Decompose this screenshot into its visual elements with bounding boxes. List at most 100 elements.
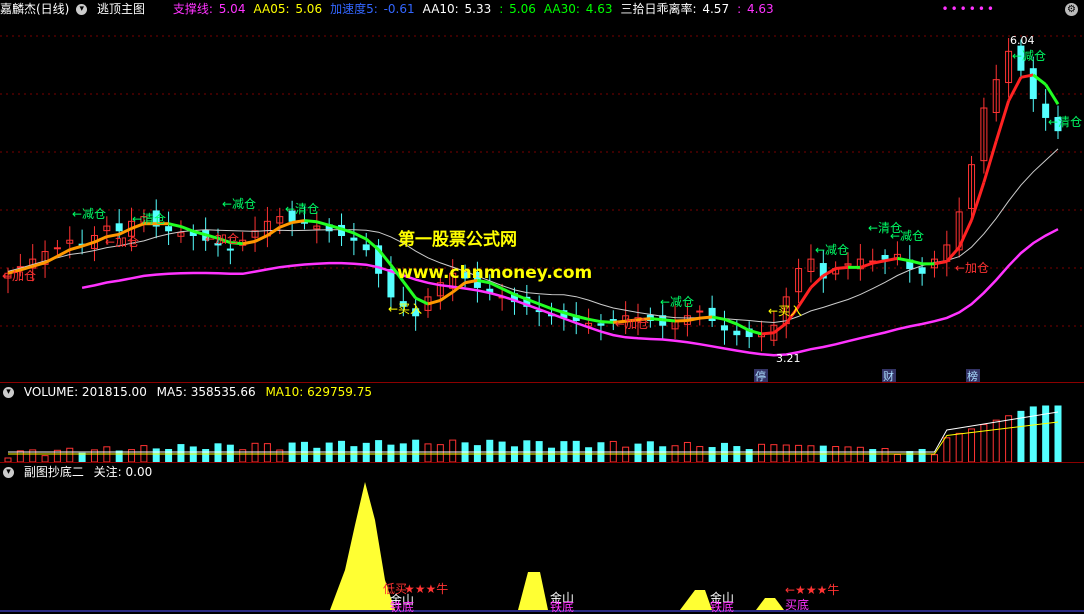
volume-chart[interactable] xyxy=(0,400,1084,462)
aa05-segment xyxy=(736,322,750,332)
volume-bar xyxy=(263,443,271,462)
indicator-label: 三拾日乖离率: xyxy=(620,2,697,16)
signal-label: ←买入 xyxy=(388,302,422,316)
watermark-title: 第一股票公式网 xyxy=(398,229,517,250)
candle-body xyxy=(1029,68,1037,100)
candle-body xyxy=(918,267,926,274)
indicator-value: 5.06 xyxy=(505,2,536,16)
volume-value: VOLUME: 201815.00 xyxy=(23,385,147,399)
aa05-segment xyxy=(600,320,614,324)
sub-indicator-chart[interactable]: 低买★★★牛金山铁底金山铁底金山铁底←★★★牛买底 xyxy=(0,480,1084,614)
aa05-segment xyxy=(897,256,911,263)
volume-bar xyxy=(1005,415,1013,462)
aa05-segment xyxy=(316,220,330,227)
aa05-segment xyxy=(662,318,676,323)
candle-body xyxy=(226,248,234,251)
indicator-value: 4.63 xyxy=(581,2,613,16)
indicator-value: -0.61 xyxy=(379,2,415,16)
aa05-segment xyxy=(957,219,973,248)
volume-ma10: MA10: 629759.75 xyxy=(265,385,373,399)
volume-bar xyxy=(585,447,593,462)
volume-bar xyxy=(202,449,210,462)
sub-formula-name[interactable]: 副图抄底二 xyxy=(24,465,84,479)
indicator-value: 5.04 xyxy=(214,2,246,16)
indicator-1: AA05: 5.06 xyxy=(253,2,322,16)
candle-body xyxy=(350,237,358,241)
volume-bar xyxy=(745,449,753,462)
indicator-label: 支撑线: xyxy=(172,2,213,16)
aa05-segment xyxy=(69,244,83,252)
volume-bar xyxy=(1017,410,1025,462)
signal-label: ←减仓 xyxy=(890,229,924,243)
aa05-segment xyxy=(32,261,46,268)
aa05-segment xyxy=(427,298,441,306)
volume-bar xyxy=(881,448,889,462)
aa05-segment xyxy=(266,225,281,237)
aa05-segment xyxy=(835,265,849,271)
volume-bar xyxy=(918,448,926,462)
sub-chart-header: ▾ 副图抄底二 关注: 0.00 xyxy=(0,463,158,481)
signal-label: ←减仓 xyxy=(72,207,106,221)
sub-signal-tag: ←★★★牛 xyxy=(785,582,839,597)
volume-bar xyxy=(165,448,173,462)
volume-bar xyxy=(115,450,123,462)
signal-label: ←减仓 xyxy=(660,295,694,309)
indicator-4: : 5.06 xyxy=(499,2,536,16)
volume-bar xyxy=(325,442,333,462)
indicator-label: : xyxy=(737,2,742,16)
signal-label: ←买入 xyxy=(768,304,802,318)
event-marker-label: 停 xyxy=(755,369,766,382)
sub-indicator-peak xyxy=(518,572,548,610)
volume-bar xyxy=(486,439,494,462)
low-price-label: 3.21 xyxy=(776,352,801,365)
signal-label: ←清仓 xyxy=(285,202,319,216)
volume-bar xyxy=(523,440,531,462)
aa05-segment xyxy=(650,317,663,322)
main-price-chart[interactable]: 第一股票公式网 www.chnmoney.com 6.04 3.21 ←加仓 ←减… xyxy=(0,18,1084,382)
aa05-segment xyxy=(538,302,553,311)
volume-ma5-line xyxy=(8,411,1059,453)
aa05-segment xyxy=(402,280,417,299)
volume-bar xyxy=(720,442,728,462)
sub-signal-tag: 铁底 xyxy=(550,599,574,614)
signal-label: ←减仓 xyxy=(222,197,256,211)
indicator-2: 加速度5: -0.61 xyxy=(330,2,415,16)
volume-bar xyxy=(980,424,988,462)
support-line xyxy=(81,228,1059,357)
indicator-3: AA10: 5.33 xyxy=(423,2,492,16)
high-price-label: 6.04 xyxy=(1010,34,1035,47)
aa05-segment xyxy=(699,315,713,320)
signal-label: ←减仓 xyxy=(815,243,849,257)
signal-label: ←加仓 xyxy=(105,235,139,249)
indicator-label: AA05: xyxy=(253,2,290,16)
indicator-value: 5.33 xyxy=(460,2,492,16)
aa05-segment xyxy=(982,140,998,183)
volume-bar xyxy=(893,454,901,462)
chevron-down-icon[interactable]: ▾ xyxy=(3,387,14,398)
aa05-segment xyxy=(1007,76,1023,102)
event-marker-label: 财 xyxy=(883,369,894,382)
candle-body xyxy=(597,323,605,326)
aa05-segment xyxy=(180,225,194,233)
volume-bar xyxy=(424,443,432,462)
stock-name[interactable]: 嘉麟杰(日线) xyxy=(0,2,69,16)
volume-bar xyxy=(399,443,407,462)
chevron-down-icon[interactable]: ▾ xyxy=(76,4,88,15)
aa05-segment xyxy=(970,181,986,221)
sub-focus-value: 关注: 0.00 xyxy=(93,465,153,479)
aa05-segment xyxy=(723,317,738,326)
formula-name[interactable]: 逃顶主图 xyxy=(97,2,145,16)
chevron-down-icon[interactable]: ▾ xyxy=(3,467,14,478)
settings-icon[interactable]: ⚙ xyxy=(1065,3,1078,16)
candle-body xyxy=(362,244,370,251)
aa05-segment xyxy=(994,100,1011,142)
volume-bar xyxy=(16,450,24,462)
signal-label: ←减仓 xyxy=(1012,49,1046,63)
aa05-segment xyxy=(859,261,874,269)
volume-bar xyxy=(622,446,630,462)
candle-body xyxy=(733,330,741,336)
signal-label: ←加仓 xyxy=(955,261,989,275)
sub-signal-tag: 铁底 xyxy=(710,599,734,614)
volume-bar xyxy=(177,444,185,462)
indicator-label: AA30: xyxy=(543,2,580,16)
